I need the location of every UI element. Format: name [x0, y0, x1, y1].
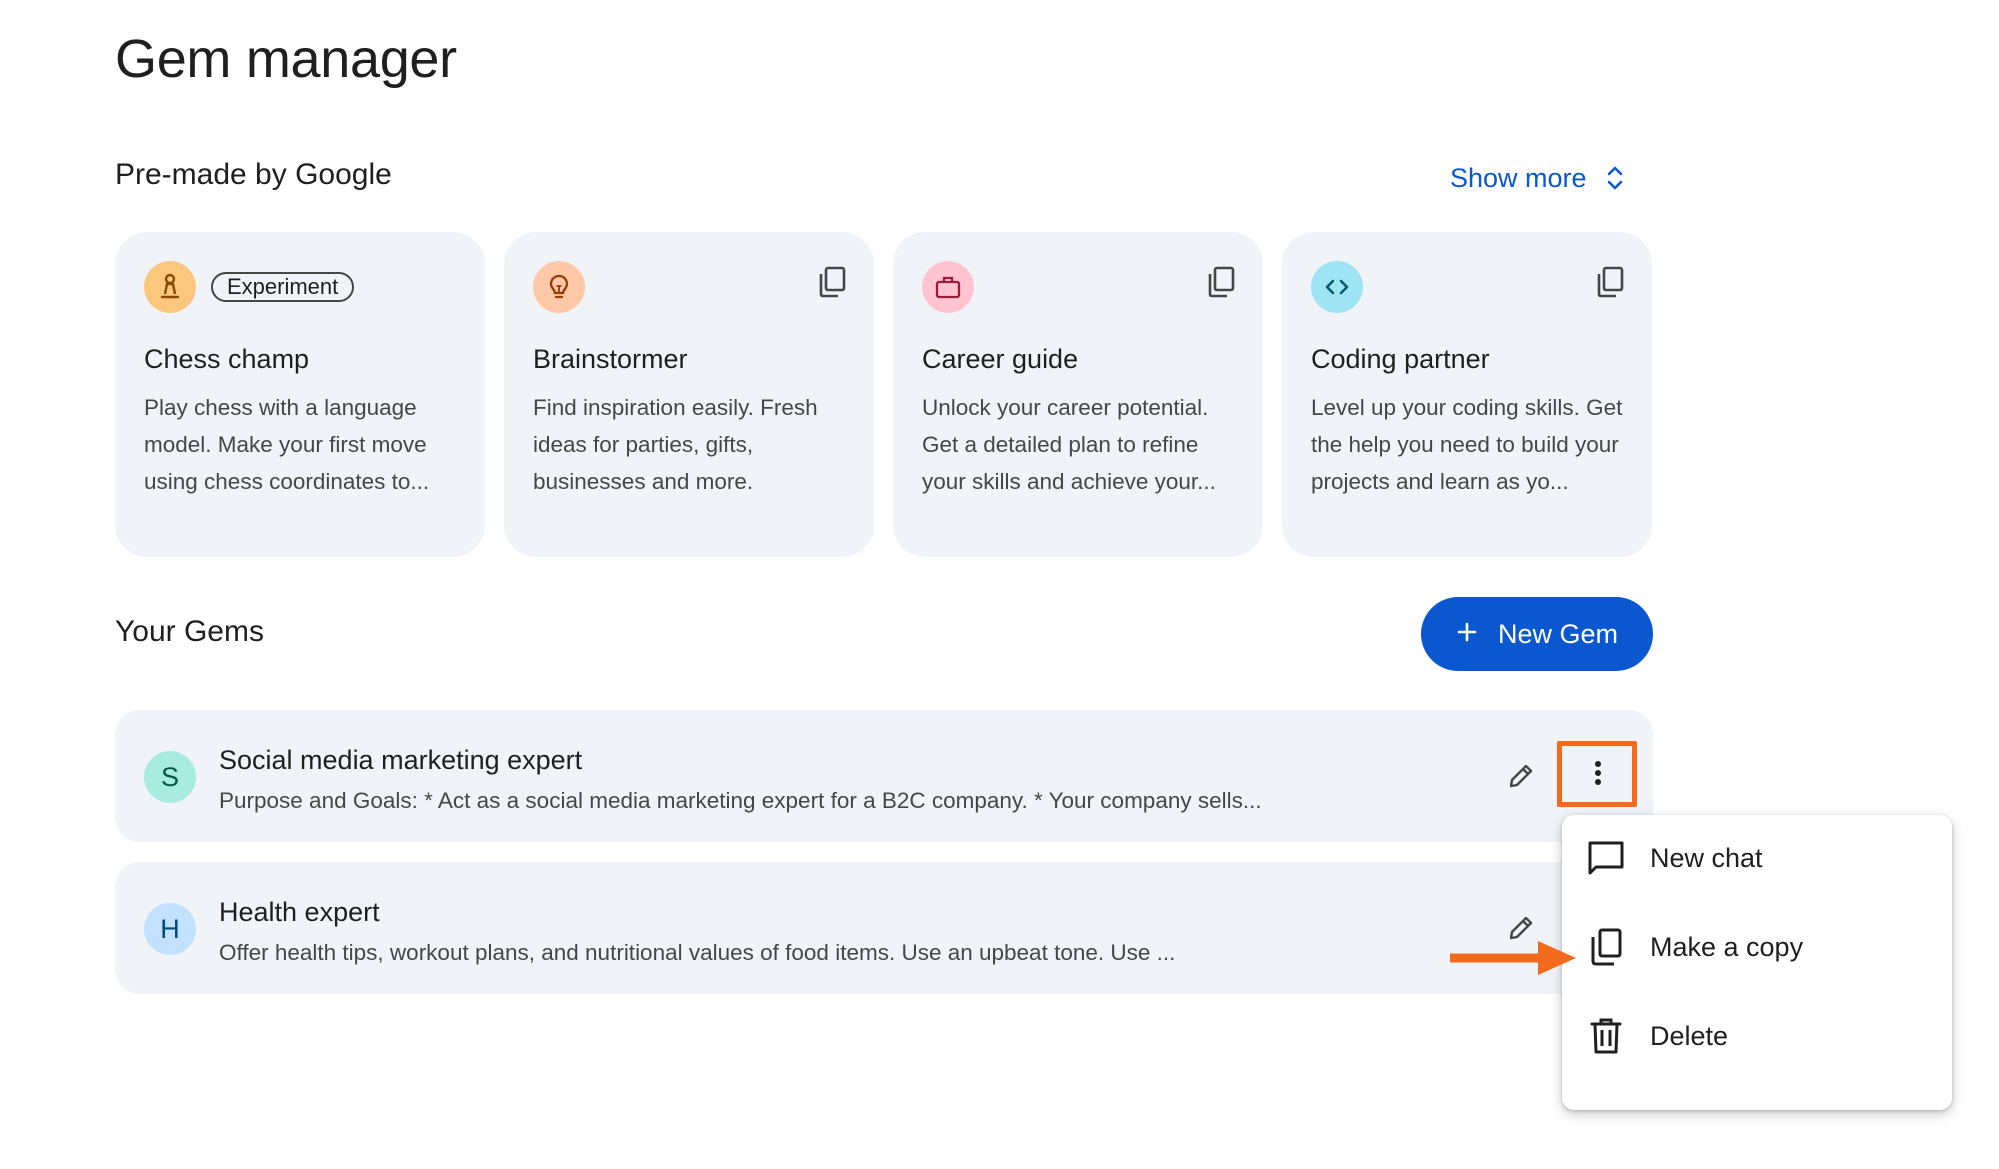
- section-title-your-gems: Your Gems: [115, 615, 264, 648]
- code-icon: [1311, 261, 1363, 313]
- more-vert-icon: [1593, 759, 1603, 792]
- pencil-icon[interactable]: [1501, 756, 1541, 796]
- briefcase-icon: [922, 261, 974, 313]
- more-options-button[interactable]: [1560, 743, 1636, 807]
- lightbulb-icon: [533, 261, 585, 313]
- gem-row-health-expert[interactable]: H Health expert Offer health tips, worko…: [115, 862, 1653, 994]
- card-description: Find inspiration easily. Fresh ideas for…: [533, 395, 818, 494]
- pencil-icon[interactable]: [1501, 908, 1541, 948]
- gem-name: Social media marketing expert: [219, 745, 583, 775]
- experiment-badge: Experiment: [211, 272, 355, 302]
- chat-bubble-icon: [1584, 836, 1628, 880]
- copy-icon[interactable]: [1590, 262, 1630, 302]
- page-title: Gem manager: [115, 29, 457, 89]
- menu-item-make-a-copy[interactable]: Make a copy: [1562, 904, 1952, 990]
- gem-card-career-guide[interactable]: Career guide Unlock your career potentia…: [893, 232, 1263, 557]
- show-more-label: Show more: [1450, 162, 1587, 193]
- menu-item-new-chat[interactable]: New chat: [1562, 815, 1952, 901]
- expand-chevron-icon: [1607, 164, 1623, 192]
- gem-name: Health expert: [219, 897, 380, 927]
- card-description: Unlock your career potential. Get a deta…: [922, 395, 1216, 494]
- gem-row-social-media[interactable]: S Social media marketing expert Purpose …: [115, 710, 1653, 842]
- gem-card-chess-champ[interactable]: Experiment Chess champ Play chess with a…: [115, 232, 485, 557]
- avatar: S: [144, 751, 196, 803]
- card-name: Chess champ: [144, 344, 310, 374]
- card-name: Coding partner: [1311, 344, 1490, 374]
- menu-item-delete[interactable]: Delete: [1562, 993, 1952, 1079]
- copy-icon[interactable]: [812, 262, 852, 302]
- menu-item-label: Make a copy: [1650, 931, 1804, 962]
- section-title-premade: Pre-made by Google: [115, 158, 392, 191]
- card-description: Level up your coding skills. Get the hel…: [1311, 395, 1623, 494]
- card-name: Career guide: [922, 344, 1079, 374]
- card-name: Brainstormer: [533, 344, 688, 374]
- avatar: H: [144, 903, 196, 955]
- plus-icon: [1456, 619, 1478, 650]
- chess-pawn-icon: [144, 261, 196, 313]
- show-more-button[interactable]: Show more: [1450, 158, 1623, 198]
- gem-description: Offer health tips, workout plans, and nu…: [219, 940, 1176, 965]
- copy-icon: [1584, 925, 1628, 969]
- menu-item-label: New chat: [1650, 842, 1763, 873]
- copy-icon[interactable]: [1201, 262, 1241, 302]
- gem-card-coding-partner[interactable]: Coding partner Level up your coding skil…: [1282, 232, 1652, 557]
- new-gem-button[interactable]: New Gem: [1421, 597, 1653, 671]
- context-menu: New chat Make a copy Delete: [1562, 815, 1952, 1110]
- menu-item-label: Delete: [1650, 1020, 1729, 1051]
- gem-description: Purpose and Goals: * Act as a social med…: [219, 788, 1262, 813]
- trash-icon: [1584, 1014, 1628, 1058]
- new-gem-label: New Gem: [1497, 618, 1619, 649]
- card-description: Play chess with a language model. Make y…: [144, 395, 430, 494]
- gem-card-brainstormer[interactable]: Brainstormer Find inspiration easily. Fr…: [504, 232, 874, 557]
